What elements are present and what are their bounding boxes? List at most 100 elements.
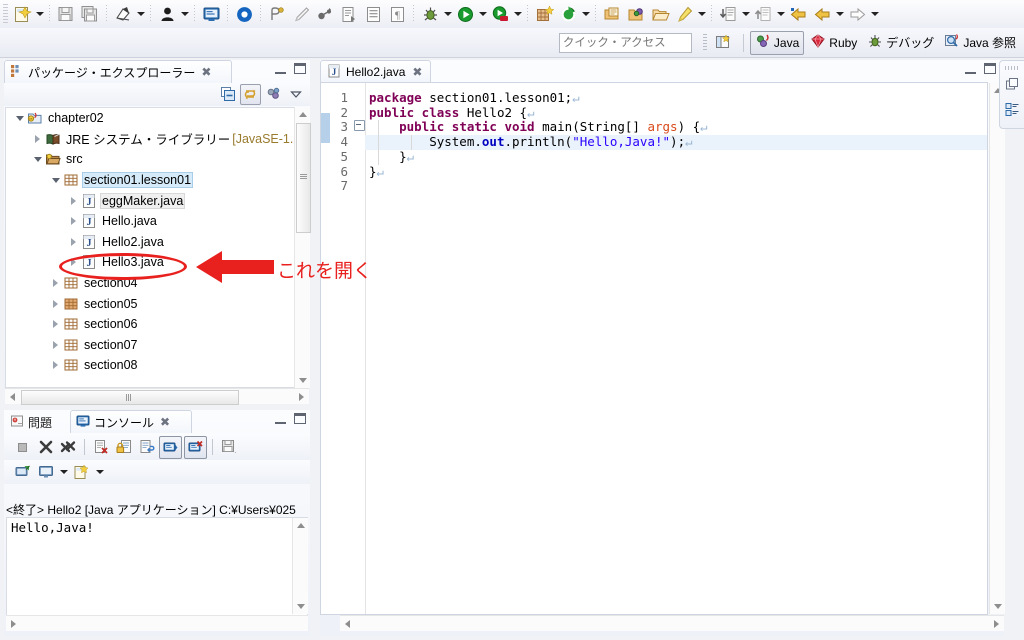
open-type-dropdown[interactable] [179,3,190,25]
perspective-bar-grip[interactable] [702,33,707,52]
new-wizard-icon[interactable] [11,3,33,25]
debug-icon[interactable] [419,3,441,25]
external-tools-dropdown[interactable] [580,3,591,25]
chevron-right-icon[interactable] [50,339,61,350]
previous-edit-dropdown[interactable] [740,3,751,25]
close-icon[interactable]: ✖ [201,65,211,79]
close-icon[interactable]: ✖ [412,65,422,79]
console-hscrollbar[interactable] [6,615,308,631]
highlight-icon[interactable] [673,3,695,25]
save-console-icon[interactable]: … [218,437,239,458]
chevron-down-icon[interactable] [14,113,25,124]
run-icon[interactable] [454,3,476,25]
chevron-right-icon[interactable] [68,236,79,247]
maximize-icon[interactable] [294,63,306,74]
run-coverage-dropdown[interactable] [512,3,523,25]
pin-console-icon[interactable] [12,462,33,483]
debug-dropdown[interactable] [442,3,453,25]
tree-item-chapter02[interactable]: chapter02 [6,108,294,129]
perspective-debug[interactable]: デバッグ [863,32,938,54]
scroll-down-icon[interactable] [293,599,308,614]
open-perspective-icon[interactable] [713,32,735,54]
minimize-icon[interactable] [275,413,286,424]
hscroll-thumb[interactable] [21,390,239,405]
display-selected-console-icon[interactable] [35,462,56,483]
new-wizard-dropdown[interactable] [34,3,45,25]
scroll-down-icon[interactable] [295,373,310,388]
maximize-icon[interactable] [294,413,306,424]
scroll-left-icon[interactable] [340,616,355,631]
show-console-on-error-icon[interactable] [184,435,207,459]
chevron-right-icon[interactable] [68,195,79,206]
chevron-right-icon[interactable] [32,133,43,144]
tree-item-src[interactable]: src [6,149,294,170]
run-coverage-icon[interactable] [489,3,511,25]
console-output-area[interactable]: Hello,Java! [6,517,308,631]
open-folder-icon[interactable] [625,3,647,25]
tree-item-section08[interactable]: section08 [6,355,294,376]
collapse-all-icon[interactable] [218,85,237,104]
editor-code[interactable]: package section01.lesson01;↵ public class… [369,90,708,194]
show-console-on-output-icon[interactable] [159,435,182,459]
tree-item-section01-lesson01[interactable]: section01.lesson01 [6,170,294,191]
scroll-up-icon[interactable] [293,518,308,533]
open-resource-icon[interactable] [649,3,671,25]
minimized-bar-grip[interactable] [1005,66,1019,70]
scroll-right-icon[interactable] [989,616,1004,631]
display-selected-console-dropdown[interactable] [58,461,69,483]
editor-hscrollbar[interactable] [340,615,1004,631]
next-annotation-icon[interactable] [338,3,360,25]
outline-icon[interactable] [1005,102,1020,120]
external-tools-icon[interactable] [557,3,579,25]
console-vscrollbar[interactable] [292,518,308,614]
quick-access-input[interactable] [558,32,692,53]
editor-canvas[interactable]: 1234567 package section01.lesson01;↵ publ… [320,82,988,615]
scroll-right-icon[interactable] [294,389,309,404]
forward-dropdown[interactable] [869,3,880,25]
back-icon[interactable] [787,3,809,25]
next-edit-dropdown[interactable] [775,3,786,25]
link-with-editor-icon[interactable] [240,83,261,105]
minimize-icon[interactable] [965,63,976,74]
tab-package-explorer[interactable]: パッケージ・エクスプローラー ✖ [4,60,232,83]
editor-folding-column[interactable] [352,83,366,614]
fold-collapse-icon[interactable] [354,120,365,131]
terminate-icon[interactable] [12,437,33,458]
chevron-right-icon[interactable] [68,257,79,268]
run-dropdown[interactable] [477,3,488,25]
open-console-dropdown[interactable] [94,461,105,483]
save-icon[interactable] [55,3,77,25]
highlight-dropdown[interactable] [696,3,707,25]
block-selection-icon[interactable] [362,3,384,25]
package-explorer-vscrollbar[interactable] [294,107,311,388]
clear-console-icon[interactable] [90,437,111,458]
minimize-icon[interactable] [275,63,286,74]
scroll-down-icon[interactable] [990,599,1005,614]
chevron-down-icon[interactable] [50,175,61,186]
package-explorer-tree[interactable]: chapter02 JRE システム・ライブラリー [JavaSE-1.8 src s… [5,107,294,388]
show-whitespace-icon[interactable]: ¶ [386,3,408,25]
tree-item-section06[interactable]: section06 [6,314,294,335]
tree-item-section05[interactable]: section05 [6,293,294,314]
new-java-project-dropdown[interactable] [135,3,146,25]
perspective-ruby[interactable]: Ruby [806,32,861,54]
save-all-icon[interactable] [79,3,101,25]
open-console-icon[interactable] [71,462,92,483]
scroll-up-icon[interactable] [295,107,310,122]
tree-item-section07[interactable]: section07 [6,335,294,356]
tab-problems[interactable]: 問題 [4,410,80,433]
toggle-mark-occurrences-icon[interactable] [266,3,288,25]
next-edit-icon[interactable] [752,3,774,25]
word-wrap-icon[interactable] [136,437,157,458]
chevron-right-icon[interactable] [50,298,61,309]
tree-item-jre-[interactable]: JRE システム・ライブラリー [JavaSE-1.8 [6,129,294,150]
link-icon[interactable] [314,3,336,25]
scroll-lock-icon[interactable] [113,437,134,458]
toolbar-grip[interactable] [3,4,8,24]
open-type-icon[interactable] [156,3,178,25]
new-package-icon[interactable] [533,3,555,25]
view-menu-icon[interactable] [286,85,305,104]
preferences-icon[interactable] [233,3,255,25]
open-task-icon[interactable] [601,3,623,25]
focus-on-active-task-icon[interactable] [264,85,283,104]
